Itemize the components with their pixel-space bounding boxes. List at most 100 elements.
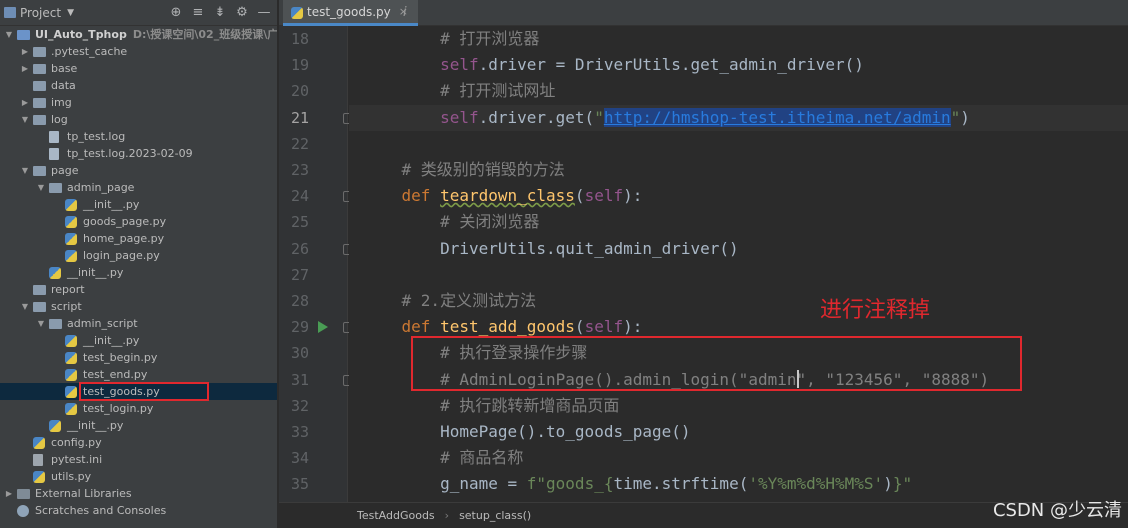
tree-item[interactable]: login_page.py bbox=[0, 247, 277, 264]
project-title[interactable]: Project bbox=[20, 6, 61, 20]
chevron-down-icon[interactable]: ▼ bbox=[67, 8, 74, 18]
project-tree: ▼ UI_Auto_TphopD:\授课空间\02_班级授课\广州_软测 ▶ .pyt… bbox=[0, 26, 277, 528]
code-line: def teardown_class(self): bbox=[401, 186, 643, 205]
code-line: # 关闭浏览器 bbox=[440, 212, 540, 231]
tree-item-label: admin_script bbox=[67, 317, 138, 330]
hide-icon[interactable]: — bbox=[257, 5, 271, 20]
tree-item-label: utils.py bbox=[51, 470, 92, 483]
line-number: 27 bbox=[290, 266, 309, 284]
tree-item[interactable]: __init__.py bbox=[0, 417, 277, 434]
breadcrumb-item[interactable]: setup_class() bbox=[459, 509, 531, 522]
python-file-icon bbox=[65, 199, 77, 211]
python-file-icon bbox=[65, 403, 77, 415]
tree-item[interactable]: report bbox=[0, 281, 277, 298]
tree-item-label: log bbox=[51, 113, 68, 126]
tree-item[interactable]: test_end.py bbox=[0, 366, 277, 383]
code-line: # 打开浏览器 bbox=[440, 29, 540, 48]
tree-item[interactable]: ▼ admin_script bbox=[0, 315, 277, 332]
breadcrumb-item[interactable]: TestAddGoods bbox=[357, 509, 435, 522]
tree-item-label: __init__.py bbox=[83, 198, 140, 211]
tree-item-label: test_begin.py bbox=[83, 351, 158, 364]
code-line: self.driver = DriverUtils.get_admin_driv… bbox=[440, 55, 864, 74]
tree-item[interactable]: test_login.py bbox=[0, 400, 277, 417]
gear-icon[interactable]: ⚙ bbox=[235, 5, 249, 20]
tab-overflow-icon[interactable]: i bbox=[403, 5, 407, 20]
code-line: # 商品名称 bbox=[440, 448, 524, 467]
tree-item[interactable]: Scratches and Consoles bbox=[0, 502, 277, 519]
editor-tab-bar: test_goods.py × i bbox=[279, 0, 1128, 26]
tree-item-label: __init__.py bbox=[83, 334, 140, 347]
line-number: 32 bbox=[290, 397, 309, 415]
code-line: # 类级别的销毁的方法 bbox=[401, 160, 565, 179]
watermark: CSDN @少云清 bbox=[992, 500, 1122, 521]
folder-icon bbox=[33, 302, 46, 312]
run-test-icon[interactable] bbox=[318, 321, 328, 333]
chevron-right-icon[interactable]: ▶ bbox=[20, 43, 30, 60]
collapse-icon[interactable]: ≡ bbox=[191, 5, 205, 20]
tree-item-label: __init__.py bbox=[67, 266, 124, 279]
chevron-right-icon[interactable]: ▶ bbox=[20, 94, 30, 111]
code-editor[interactable]: # 打开浏览器 self.driver = DriverUtils.get_ad… bbox=[349, 26, 1128, 502]
tree-item-label: data bbox=[51, 79, 76, 92]
folder-icon bbox=[33, 64, 46, 74]
tree-item-label: Scratches and Consoles bbox=[35, 504, 167, 517]
tree-item-label: home_page.py bbox=[83, 232, 165, 245]
expand-icon[interactable]: ⇟ bbox=[213, 5, 227, 20]
chevron-down-icon[interactable]: ▼ bbox=[4, 26, 14, 43]
tree-item[interactable]: ▼ UI_Auto_TphopD:\授课空间\02_班级授课\广州_软测 bbox=[0, 26, 277, 43]
folder-icon bbox=[33, 81, 46, 91]
tree-item[interactable]: ▼ log bbox=[0, 111, 277, 128]
tree-item-label: img bbox=[51, 96, 72, 109]
tree-item[interactable]: ▶ img bbox=[0, 94, 277, 111]
crosshair-icon[interactable]: ⊕ bbox=[169, 5, 183, 20]
python-file-icon bbox=[49, 420, 61, 432]
chevron-down-icon[interactable]: ▼ bbox=[20, 111, 30, 128]
tab-test-goods[interactable]: test_goods.py × bbox=[283, 0, 418, 26]
tree-item[interactable]: ▶ base bbox=[0, 60, 277, 77]
chevron-right-icon[interactable]: ▶ bbox=[4, 485, 14, 502]
tree-item-label: login_page.py bbox=[83, 249, 160, 262]
folder-icon bbox=[49, 183, 62, 193]
python-file-icon bbox=[65, 369, 77, 381]
ini-file-icon bbox=[33, 454, 43, 466]
tree-item[interactable]: test_begin.py bbox=[0, 349, 277, 366]
tree-item[interactable]: ▼ page bbox=[0, 162, 277, 179]
line-number: 24 bbox=[290, 187, 309, 205]
line-number: 30 bbox=[290, 344, 309, 362]
tree-item[interactable]: data bbox=[0, 77, 277, 94]
tree-item-label: config.py bbox=[51, 436, 102, 449]
code-line: # 2.定义测试方法 bbox=[401, 291, 537, 310]
line-number: 25 bbox=[290, 213, 309, 231]
tree-item[interactable]: ▼ script bbox=[0, 298, 277, 315]
tree-item[interactable]: utils.py bbox=[0, 468, 277, 485]
scratch-icon bbox=[17, 505, 29, 517]
folder-icon bbox=[33, 47, 46, 57]
folder-icon bbox=[33, 285, 46, 295]
tree-item[interactable]: tp_test.log.2023-02-09 bbox=[0, 145, 277, 162]
project-panel: Project ▼ ⊕ ≡ ⇟ ⚙ — ▼ UI_Auto_Tphop D:\授课空… bbox=[0, 0, 278, 528]
tree-item[interactable]: ▼ admin_page bbox=[0, 179, 277, 196]
code-line: HomePage().to_goods_page() bbox=[440, 422, 691, 441]
selected-file-highlight-box bbox=[79, 382, 209, 401]
chevron-down-icon[interactable]: ▼ bbox=[36, 315, 46, 332]
tree-item[interactable]: ▶ External Libraries bbox=[0, 485, 277, 502]
tree-item[interactable]: __init__.py bbox=[0, 332, 277, 349]
chevron-down-icon[interactable]: ▼ bbox=[36, 179, 46, 196]
tree-item-label: report bbox=[51, 283, 85, 296]
tree-item[interactable]: tp_test.log bbox=[0, 128, 277, 145]
library-icon bbox=[17, 489, 30, 499]
tree-item[interactable]: __init__.py bbox=[0, 264, 277, 281]
python-file-icon bbox=[65, 386, 77, 398]
chevron-right-icon[interactable]: ▶ bbox=[20, 60, 30, 77]
python-file-icon bbox=[65, 216, 77, 228]
tree-item[interactable]: __init__.py bbox=[0, 196, 277, 213]
chevron-down-icon[interactable]: ▼ bbox=[20, 162, 30, 179]
tree-item[interactable]: goods_page.py bbox=[0, 213, 277, 230]
tree-item[interactable]: home_page.py bbox=[0, 230, 277, 247]
chevron-down-icon[interactable]: ▼ bbox=[20, 298, 30, 315]
tree-item[interactable]: ▶ .pytest_cache bbox=[0, 43, 277, 60]
tree-item[interactable]: config.py bbox=[0, 434, 277, 451]
tree-item[interactable]: pytest.ini bbox=[0, 451, 277, 468]
